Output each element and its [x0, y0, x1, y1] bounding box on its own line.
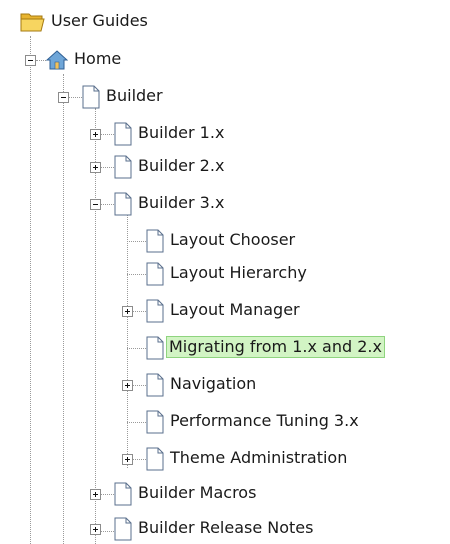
tree-node-label: Performance Tuning 3.x [170, 411, 359, 430]
expand-toggle-icon[interactable] [90, 162, 101, 173]
page-icon [146, 299, 164, 323]
expand-toggle-icon[interactable] [122, 380, 133, 391]
page-icon [114, 482, 132, 506]
tree-node-label: Builder [106, 86, 163, 105]
tree-node-navigation[interactable]: Navigation [0, 371, 360, 399]
tree-node-label-selected: Migrating from 1.x and 2.x [166, 336, 385, 358]
tree-node-builder-3x[interactable]: Builder 3.x [0, 190, 260, 218]
tree-node-home[interactable]: Home [0, 46, 200, 74]
page-icon [146, 336, 164, 360]
tree-node-label: Builder 2.x [138, 156, 225, 175]
tree-node-theme-administration[interactable]: Theme Administration [0, 445, 420, 473]
tree-node-label: Navigation [170, 374, 257, 393]
page-icon [114, 122, 132, 146]
tree-node-label: Theme Administration [170, 448, 348, 467]
expand-toggle-icon[interactable] [122, 306, 133, 317]
tree-node-label: User Guides [51, 11, 148, 30]
page-icon [114, 155, 132, 179]
tree-node-label: Builder 3.x [138, 193, 225, 212]
tree-node-performance-tuning[interactable]: Performance Tuning 3.x [0, 408, 420, 436]
expand-toggle-icon[interactable] [90, 489, 101, 500]
tree-node-label: Builder Release Notes [138, 518, 314, 537]
navigation-tree: User Guides Home Builder Builder 1.x Bui… [0, 0, 450, 544]
tree-node-layout-chooser[interactable]: Layout Chooser [0, 227, 360, 255]
expand-toggle-icon[interactable] [90, 129, 101, 140]
tree-node-layout-manager[interactable]: Layout Manager [0, 297, 360, 325]
page-icon [146, 410, 164, 434]
tree-node-label: Builder 1.x [138, 123, 225, 142]
folder-open-icon [20, 13, 45, 32]
page-icon [82, 85, 100, 109]
page-icon [146, 373, 164, 397]
expand-toggle-icon[interactable] [90, 524, 101, 535]
collapse-toggle-icon[interactable] [90, 199, 101, 210]
tree-node-layout-hierarchy[interactable]: Layout Hierarchy [0, 260, 360, 288]
collapse-toggle-icon[interactable] [25, 55, 36, 66]
tree-node-label: Layout Manager [170, 300, 300, 319]
tree-node-label: Builder Macros [138, 483, 257, 502]
home-icon [46, 50, 68, 70]
tree-node-label: Home [74, 49, 122, 68]
tree-node-builder-macros[interactable]: Builder Macros [0, 480, 300, 508]
page-icon [146, 447, 164, 471]
collapse-toggle-icon[interactable] [58, 92, 69, 103]
page-icon [146, 262, 164, 286]
page-icon [114, 192, 132, 216]
tree-node-migrating[interactable]: Migrating from 1.x and 2.x [0, 334, 440, 362]
tree-node-label: Layout Hierarchy [170, 263, 307, 282]
tree-node-builder-1x[interactable]: Builder 1.x [0, 120, 260, 148]
tree-node-builder-release-notes[interactable]: Builder Release Notes [0, 515, 330, 543]
tree-node-builder[interactable]: Builder [0, 83, 220, 111]
tree-node-user-guides[interactable]: User Guides [0, 8, 200, 36]
tree-node-label: Layout Chooser [170, 230, 296, 249]
page-icon [114, 517, 132, 541]
page-icon [146, 229, 164, 253]
tree-node-builder-2x[interactable]: Builder 2.x [0, 153, 260, 181]
expand-toggle-icon[interactable] [122, 454, 133, 465]
